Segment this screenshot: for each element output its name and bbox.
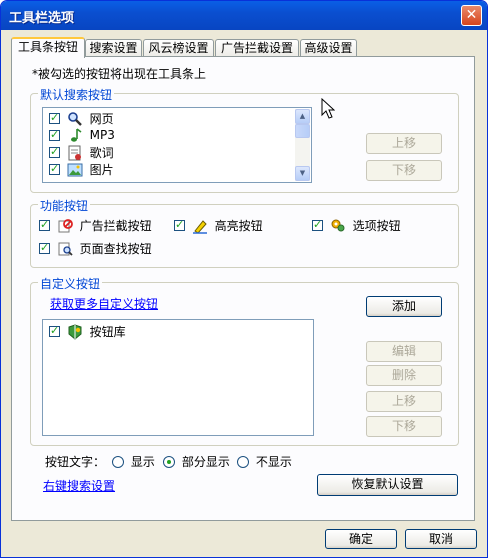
- feature-page-find-label: 页面查找按钮: [79, 242, 152, 256]
- restore-defaults-button[interactable]: 恢复默认设置: [317, 474, 458, 496]
- feature-buttons-group: 功能按钮 广告拦截按钮 高亮按钮 选项按钮 页面查找按钮: [30, 197, 459, 268]
- right-click-search-settings-link[interactable]: 右键搜索设置: [43, 477, 115, 494]
- add-button[interactable]: 添加: [366, 296, 442, 317]
- button-text-label: 按钮文字：: [45, 455, 106, 469]
- ad-block-icon: [57, 218, 73, 234]
- checkbox[interactable]: [174, 218, 185, 231]
- feature-buttons-title: 功能按钮: [38, 197, 91, 214]
- checkbox[interactable]: [39, 218, 50, 231]
- search-move-up-button[interactable]: 上移: [366, 133, 442, 154]
- radio-show-label: 显示: [130, 455, 155, 469]
- custom-buttons-title: 自定义按钮: [38, 275, 103, 292]
- custom-buttons-list[interactable]: 按钮库: [42, 319, 314, 436]
- magnifier-icon: [67, 111, 83, 127]
- default-search-title: 默认搜索按钮: [38, 86, 115, 103]
- music-note-icon: [67, 127, 83, 143]
- toolbar-options-dialog: 工具栏选项 ✕ 工具条按钮 搜索设置 风云榜设置 广告拦截设置 高级设置 *被勾…: [0, 0, 488, 558]
- scroll-thumb[interactable]: [295, 124, 310, 138]
- feature-adblock-label: 广告拦截按钮: [79, 219, 152, 233]
- tab-panel: *被勾选的按钮将出现在工具条上 默认搜索按钮 网页 MP3 歌词: [11, 56, 475, 521]
- list-item[interactable]: 歌词: [49, 144, 114, 161]
- ok-button[interactable]: 确定: [325, 529, 397, 549]
- title-bar: 工具栏选项 ✕: [1, 1, 487, 30]
- close-button[interactable]: ✕: [461, 5, 482, 26]
- custom-move-down-button[interactable]: 下移: [366, 416, 442, 437]
- tab-adblock-settings[interactable]: 广告拦截设置: [215, 39, 299, 57]
- scroll-down-arrow-icon[interactable]: ▼: [295, 166, 310, 181]
- tab-trending-settings[interactable]: 风云榜设置: [143, 39, 214, 57]
- mouse-pointer-icon: [321, 97, 336, 123]
- list-scrollbar[interactable]: ▲ ▼: [295, 109, 310, 181]
- radio-hide[interactable]: 不显示: [237, 453, 292, 470]
- checkbox[interactable]: [49, 324, 60, 337]
- checkbox[interactable]: [49, 128, 60, 141]
- list-item-label: 图片: [89, 163, 114, 177]
- window-title: 工具栏选项: [9, 11, 75, 26]
- radio-show[interactable]: 显示: [112, 453, 155, 470]
- tab-toolbar-buttons[interactable]: 工具条按钮: [11, 37, 85, 58]
- custom-move-up-button[interactable]: 上移: [366, 391, 442, 412]
- list-item[interactable]: 网页: [49, 110, 114, 127]
- list-item-label: 按钮库: [89, 325, 126, 339]
- picture-icon: [67, 162, 83, 178]
- button-library-icon: [67, 323, 83, 340]
- radio-hide-label: 不显示: [255, 455, 292, 469]
- default-search-list[interactable]: 网页 MP3 歌词 图片 ▲: [42, 107, 312, 183]
- edit-button[interactable]: 编辑: [366, 341, 442, 362]
- feature-page-find-item[interactable]: 页面查找按钮: [39, 240, 152, 257]
- list-item-label: MP3: [89, 128, 115, 142]
- list-item-label: 歌词: [89, 146, 114, 160]
- tab-search-settings[interactable]: 搜索设置: [85, 39, 142, 57]
- radio-partial[interactable]: 部分显示: [163, 453, 230, 470]
- custom-buttons-group: 自定义按钮 获取更多自定义按钮 按钮库 添加 编辑 删除 上移 下移: [30, 275, 459, 446]
- feature-options-item[interactable]: 选项按钮: [312, 217, 401, 234]
- search-move-down-button[interactable]: 下移: [366, 160, 442, 181]
- notice-text: *被勾选的按钮将出现在工具条上: [32, 67, 207, 81]
- feature-highlight-item[interactable]: 高亮按钮: [174, 217, 263, 234]
- page-find-icon: [57, 241, 73, 257]
- checkbox[interactable]: [49, 111, 60, 124]
- list-item[interactable]: MP3: [49, 127, 115, 144]
- scroll-up-arrow-icon[interactable]: ▲: [295, 109, 310, 124]
- options-icon: [330, 218, 346, 234]
- checkbox[interactable]: [49, 162, 60, 175]
- radio-button[interactable]: [237, 455, 249, 468]
- cancel-button[interactable]: 取消: [405, 529, 477, 549]
- default-search-group: 默认搜索按钮 网页 MP3 歌词: [30, 86, 459, 193]
- radio-button[interactable]: [163, 455, 175, 468]
- radio-partial-label: 部分显示: [181, 455, 230, 469]
- feature-adblock-item[interactable]: 广告拦截按钮: [39, 217, 152, 234]
- feature-options-label: 选项按钮: [352, 219, 401, 233]
- lyrics-icon: [67, 145, 83, 161]
- checkbox[interactable]: [49, 145, 60, 158]
- checkbox[interactable]: [39, 241, 50, 254]
- list-item-label: 网页: [89, 112, 114, 126]
- tab-advanced-settings[interactable]: 高级设置: [300, 39, 357, 57]
- list-item[interactable]: 图片: [49, 161, 114, 178]
- get-more-custom-buttons-link[interactable]: 获取更多自定义按钮: [50, 295, 158, 312]
- highlighter-icon: [192, 218, 208, 234]
- radio-button[interactable]: [112, 455, 124, 468]
- delete-button[interactable]: 删除: [366, 365, 442, 386]
- feature-highlight-label: 高亮按钮: [214, 219, 263, 233]
- checkbox[interactable]: [312, 218, 323, 231]
- list-item[interactable]: 按钮库: [49, 323, 126, 340]
